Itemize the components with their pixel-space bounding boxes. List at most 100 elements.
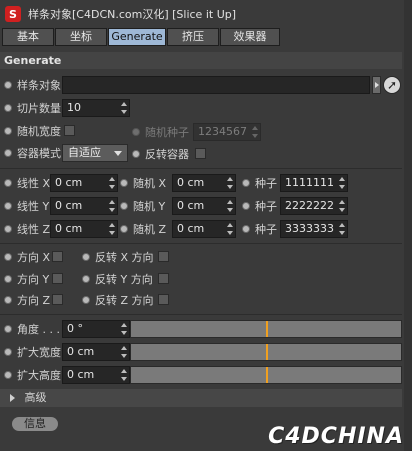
random-y-row: 随机 Y <box>116 196 165 216</box>
animate-dot-icon[interactable] <box>82 275 90 283</box>
reverse-x-checkbox[interactable] <box>158 251 169 262</box>
animate-dot-icon[interactable] <box>120 202 128 210</box>
animate-dot-icon[interactable] <box>4 348 12 356</box>
animate-dot-icon[interactable] <box>4 179 12 187</box>
stepper-icon[interactable] <box>121 369 127 381</box>
direction-y-checkbox[interactable] <box>52 273 63 284</box>
animate-dot-icon[interactable] <box>4 325 12 333</box>
window-title: 样条对象[C4DCN.com汉化] [Slice it Up] <box>28 8 237 21</box>
seed-y-field[interactable]: 2222222 <box>280 197 348 215</box>
linear-x-row: 线性 X <box>0 173 50 193</box>
tab-basic[interactable]: 基本 <box>2 28 54 46</box>
animate-dot-icon[interactable] <box>132 128 140 136</box>
random-y-field[interactable]: 0 cm <box>172 197 236 215</box>
stepper-icon[interactable] <box>339 177 345 189</box>
pick-object-icon[interactable]: ➚ <box>383 76 401 94</box>
seed-y-row: 种子 <box>238 196 277 216</box>
tab-extrude[interactable]: 挤压 <box>167 28 219 46</box>
animate-dot-icon[interactable] <box>242 179 250 187</box>
seed-z-row: 种子 <box>238 219 277 239</box>
random-y-label: 随机 Y <box>133 200 166 213</box>
slice-it-up-attributes-panel: { "window": { "title": "样条对象[C4DCN.com汉化… <box>0 0 412 451</box>
advanced-label: 高级 <box>24 391 47 404</box>
stepper-icon[interactable] <box>252 126 258 138</box>
animate-dot-icon[interactable] <box>4 371 12 379</box>
stepper-icon[interactable] <box>121 323 127 335</box>
animate-dot-icon[interactable] <box>4 275 12 283</box>
animate-dot-icon[interactable] <box>132 150 140 158</box>
seed-y-label: 种子 <box>255 200 277 213</box>
seed-x-label: 种子 <box>255 177 277 190</box>
expand-height-slider[interactable] <box>130 366 402 384</box>
slices-field[interactable]: 10 <box>62 99 130 117</box>
linear-x-value: 0 cm <box>55 176 83 189</box>
stepper-icon[interactable] <box>339 200 345 212</box>
stepper-icon[interactable] <box>109 200 115 212</box>
angle-slider-handle[interactable] <box>266 321 268 337</box>
animate-dot-icon[interactable] <box>120 225 128 233</box>
random-z-row: 随机 Z <box>116 219 166 239</box>
direction-z-checkbox[interactable] <box>52 294 63 305</box>
animate-dot-icon[interactable] <box>4 127 12 135</box>
container-mode-dropdown[interactable]: 自适应 <box>62 144 128 162</box>
slice-it-up-logo-icon: S <box>5 6 21 22</box>
stepper-icon[interactable] <box>121 102 127 114</box>
expand-height-slider-handle[interactable] <box>266 367 268 383</box>
expand-width-value: 0 cm <box>67 345 95 358</box>
animate-dot-icon[interactable] <box>82 296 90 304</box>
advanced-group-toggle[interactable]: 高级 <box>0 389 402 407</box>
tab-effectors[interactable]: 效果器 <box>220 28 280 46</box>
direction-x-checkbox[interactable] <box>52 251 63 262</box>
tab-generate[interactable]: Generate <box>108 28 166 46</box>
random-width-checkbox[interactable] <box>64 125 75 136</box>
random-x-field[interactable]: 0 cm <box>172 174 236 192</box>
reverse-y-checkbox[interactable] <box>158 273 169 284</box>
tab-coordinates[interactable]: 坐标 <box>55 28 107 46</box>
seed-z-field[interactable]: 3333333 <box>280 220 348 238</box>
stepper-icon[interactable] <box>109 223 115 235</box>
animate-dot-icon[interactable] <box>4 104 12 112</box>
animate-dot-icon[interactable] <box>4 225 12 233</box>
animate-dot-icon[interactable] <box>82 253 90 261</box>
random-z-field[interactable]: 0 cm <box>172 220 236 238</box>
angle-slider[interactable] <box>130 320 402 338</box>
stepper-icon[interactable] <box>121 346 127 358</box>
linear-x-field[interactable]: 0 cm <box>50 174 118 192</box>
reverse-z-checkbox[interactable] <box>158 294 169 305</box>
scrollbar[interactable] <box>404 0 412 451</box>
animate-dot-icon[interactable] <box>4 202 12 210</box>
animate-dot-icon[interactable] <box>4 149 12 157</box>
animate-dot-icon[interactable] <box>4 296 12 304</box>
expand-width-field[interactable]: 0 cm <box>62 343 130 361</box>
link-arrow-button[interactable] <box>372 76 381 94</box>
tab-bar: 基本 坐标 Generate 挤压 效果器 <box>2 28 281 46</box>
random-width-label: 随机宽度 <box>17 125 61 138</box>
animate-dot-icon[interactable] <box>4 253 12 261</box>
reverse-container-checkbox[interactable] <box>195 148 206 159</box>
expand-width-slider-handle[interactable] <box>266 344 268 360</box>
linear-z-value: 0 cm <box>55 222 83 235</box>
info-button[interactable]: 信息 <box>12 417 58 431</box>
expand-width-slider[interactable] <box>130 343 402 361</box>
angle-row: 角度 . . . <box>0 319 60 339</box>
angle-field[interactable]: 0 ° <box>62 320 130 338</box>
reverse-x-label: 反转 X 方向 <box>95 251 154 264</box>
animate-dot-icon[interactable] <box>242 202 250 210</box>
stepper-icon[interactable] <box>227 177 233 189</box>
stepper-icon[interactable] <box>339 223 345 235</box>
animate-dot-icon[interactable] <box>4 81 12 89</box>
animate-dot-icon[interactable] <box>120 179 128 187</box>
stepper-icon[interactable] <box>227 200 233 212</box>
linear-z-field[interactable]: 0 cm <box>50 220 118 238</box>
expand-height-field[interactable]: 0 cm <box>62 366 130 384</box>
stepper-icon[interactable] <box>109 177 115 189</box>
random-seed-value: 1234567 <box>198 125 247 138</box>
seed-x-field[interactable]: 1111111 <box>280 174 348 192</box>
linear-y-field[interactable]: 0 cm <box>50 197 118 215</box>
stepper-icon[interactable] <box>227 223 233 235</box>
animate-dot-icon[interactable] <box>242 225 250 233</box>
container-mode-label: 容器模式 <box>17 147 61 160</box>
spline-link-field[interactable] <box>62 76 370 94</box>
random-seed-field[interactable]: 1234567 <box>193 123 261 141</box>
reverse-z-label: 反转 Z 方向 <box>95 294 154 307</box>
